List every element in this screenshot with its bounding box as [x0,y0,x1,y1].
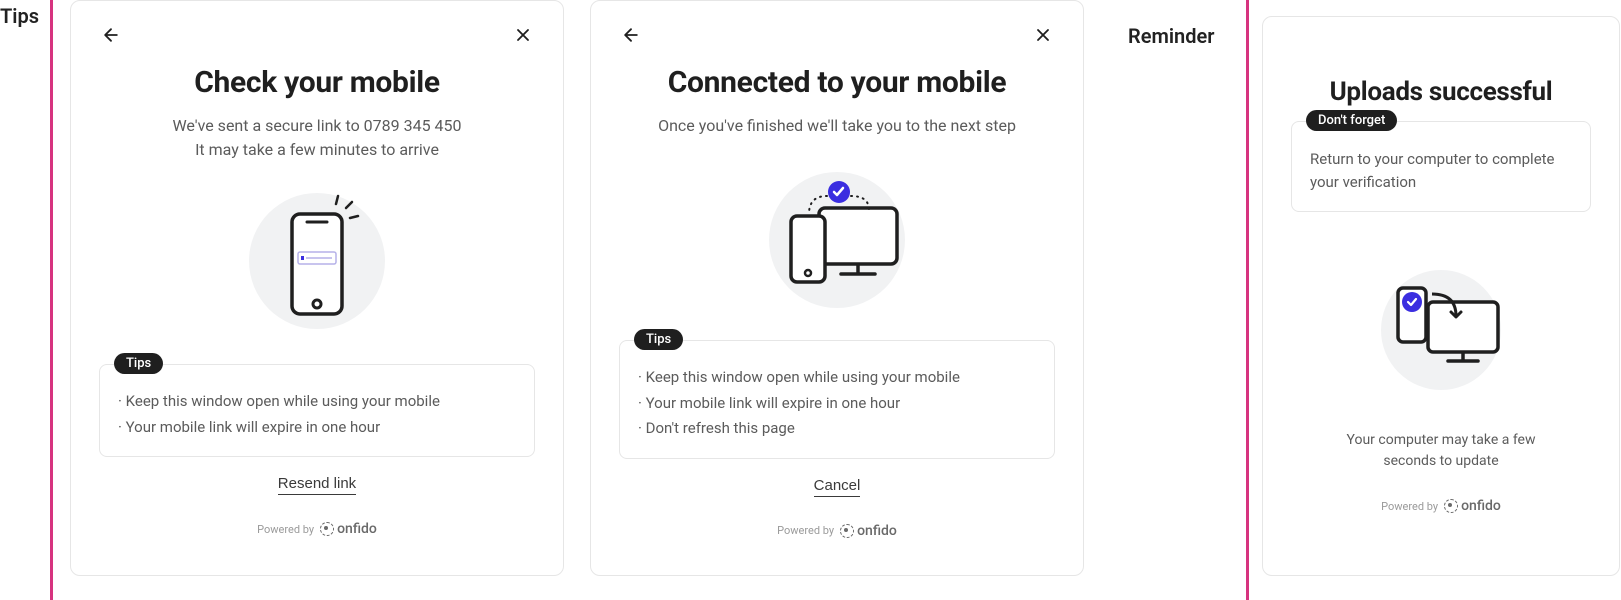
onfido-logo: onfido [1444,498,1501,514]
tips-item: Your mobile link will expire in one hour [118,415,516,441]
card-subtitle: Once you've finished we'll take you to t… [619,114,1055,138]
section-label-reminder: Reminder [1128,24,1214,48]
tips-item: Don't refresh this page [638,416,1036,442]
divider-line [50,0,53,600]
uploads-successful-card: Uploads successful Don't forget Return t… [1262,16,1620,576]
tips-item: Keep this window open while using your m… [638,365,1036,391]
close-icon[interactable] [1031,23,1055,47]
divider-line [1246,0,1249,600]
phone-desktop-illustration [619,162,1055,312]
tips-panel: Tips Keep this window open while using y… [619,340,1055,459]
card-title: Check your mobile [99,65,535,100]
back-arrow-icon[interactable] [619,23,643,47]
card-caption: Your computer may take a few seconds to … [1291,430,1591,472]
tips-list: Keep this window open while using your m… [118,389,516,440]
card-title: Uploads successful [1291,77,1591,107]
onfido-logo: onfido [840,523,897,539]
powered-by: Powered by onfido [99,521,535,537]
cancel-button[interactable]: Cancel [814,477,861,497]
connected-mobile-card: Connected to your mobile Once you've fin… [590,0,1084,576]
check-mobile-card: Check your mobile We've sent a secure li… [70,0,564,576]
phone-illustration [99,186,535,336]
back-arrow-icon[interactable] [99,23,123,47]
close-icon[interactable] [511,23,535,47]
phone-to-desktop-illustration [1291,252,1591,402]
resend-link-button[interactable]: Resend link [278,475,356,495]
section-label-tips: Tips [0,4,39,28]
tips-list: Keep this window open while using your m… [638,365,1036,442]
card-title: Connected to your mobile [619,65,1055,100]
tips-pill: Tips [114,353,163,374]
powered-by: Powered by onfido [619,523,1055,539]
tips-pill: Tips [634,329,683,350]
tips-panel: Tips Keep this window open while using y… [99,364,535,457]
card-subtitle: We've sent a secure link to 0789 345 450… [99,114,535,162]
reminder-pill: Don't forget [1306,110,1397,131]
tips-item: Your mobile link will expire in one hour [638,391,1036,417]
powered-by: Powered by onfido [1291,498,1591,514]
onfido-logo: onfido [320,521,377,537]
reminder-panel: Don't forget Return to your computer to … [1291,121,1591,212]
reminder-text: Return to your computer to complete your… [1310,148,1572,193]
tips-item: Keep this window open while using your m… [118,389,516,415]
